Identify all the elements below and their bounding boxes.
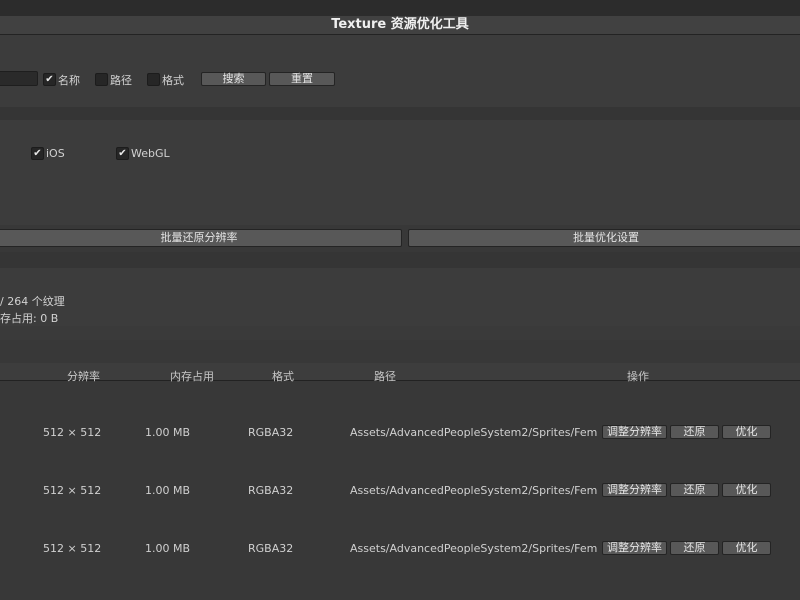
row-resolution: 512 × 512 [43, 542, 102, 555]
restore-button[interactable]: 还原 [670, 541, 719, 555]
optimize-button[interactable]: 优化 [722, 541, 771, 555]
memory-usage-text: 存占用: 0 B [0, 312, 59, 325]
reset-button[interactable]: 重置 [269, 72, 335, 86]
path-checkbox[interactable] [95, 73, 108, 86]
format-checkbox[interactable] [147, 73, 160, 86]
section-divider [0, 326, 800, 340]
name-option-label: 名称 [58, 74, 80, 87]
row-path: Assets/AdvancedPeopleSystem2/Sprites/Fem… [350, 484, 598, 497]
search-button[interactable]: 搜索 [201, 72, 266, 86]
table-row: 512 × 512 1.00 MB RGBA32 Assets/Advanced… [0, 381, 800, 439]
row-resolution: 512 × 512 [43, 426, 102, 439]
search-input[interactable] [0, 71, 38, 86]
webgl-checkbox[interactable]: ✔ [116, 147, 129, 160]
row-memory: 1.00 MB [145, 484, 191, 497]
ios-label: iOS [46, 147, 65, 160]
restore-button[interactable]: 还原 [670, 483, 719, 497]
path-option-label: 路径 [110, 74, 132, 87]
ios-checkbox[interactable]: ✔ [31, 147, 44, 160]
adjust-resolution-button[interactable]: 调整分辨率 [602, 425, 667, 439]
row-format: RGBA32 [248, 426, 294, 439]
format-option-label: 格式 [162, 74, 184, 87]
restore-button[interactable]: 还原 [670, 425, 719, 439]
section-divider [0, 107, 800, 120]
row-memory: 1.00 MB [145, 426, 191, 439]
row-path: Assets/AdvancedPeopleSystem2/Sprites/Fem… [350, 542, 598, 555]
batch-optimize-button[interactable]: 批量优化设置 [408, 229, 800, 247]
row-path: Assets/AdvancedPeopleSystem2/Sprites/Fem… [350, 426, 598, 439]
window-title: Texture 资源优化工具 [0, 16, 800, 35]
optimize-button[interactable]: 优化 [722, 483, 771, 497]
batch-restore-button[interactable]: 批量还原分辨率 [0, 229, 402, 247]
table-row: 512 × 512 1.00 MB RGBA32 Assets/Advanced… [0, 439, 800, 497]
adjust-resolution-button[interactable]: 调整分辨率 [602, 483, 667, 497]
optimize-button[interactable]: 优化 [722, 425, 771, 439]
row-format: RGBA32 [248, 542, 294, 555]
row-format: RGBA32 [248, 484, 294, 497]
table-row: 512 × 512 1.00 MB RGBA32 Assets/Advanced… [0, 497, 800, 555]
table-header [0, 363, 800, 381]
platform-section [0, 120, 800, 225]
section-divider [0, 252, 800, 268]
top-strip [0, 0, 800, 16]
adjust-resolution-button[interactable]: 调整分辨率 [602, 541, 667, 555]
webgl-label: WebGL [131, 147, 170, 160]
search-section [0, 35, 800, 107]
stats-section [0, 268, 800, 326]
name-checkbox[interactable]: ✔ [43, 73, 56, 86]
row-resolution: 512 × 512 [43, 484, 102, 497]
texture-count-text: / 264 个纹理 [0, 295, 65, 308]
table-body: 512 × 512 1.00 MB RGBA32 Assets/Advanced… [0, 381, 800, 600]
row-memory: 1.00 MB [145, 542, 191, 555]
